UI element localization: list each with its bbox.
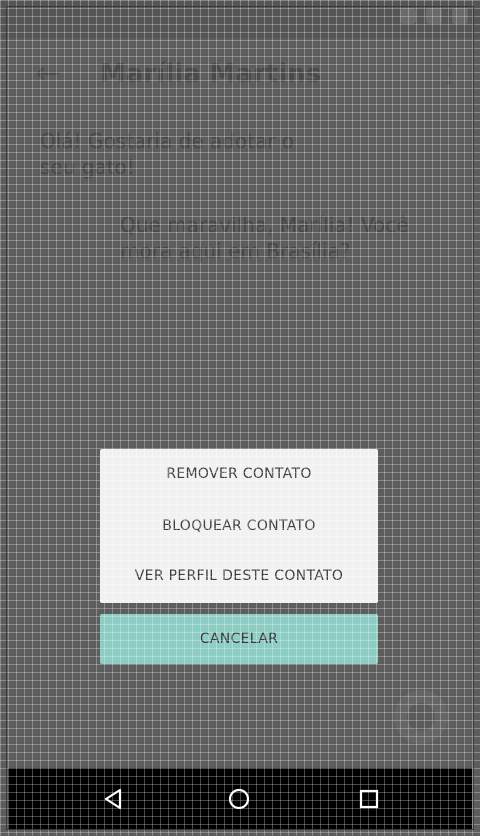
fab-icon <box>407 703 435 731</box>
battery-icon <box>452 8 468 24</box>
outgoing-message: Que maravilha, Marília! Você mora aqui e… <box>120 213 409 263</box>
navigation-bar <box>8 768 472 830</box>
wifi-icon <box>426 8 442 24</box>
cancel-button[interactable]: CANCELAR <box>100 614 378 664</box>
nav-recent-icon[interactable] <box>352 782 386 816</box>
nav-back-icon-svg <box>104 788 122 810</box>
fab-button[interactable] <box>394 690 448 744</box>
nav-home-icon-svg <box>228 788 250 810</box>
status-bar <box>0 0 480 38</box>
nav-home-icon[interactable] <box>222 782 256 816</box>
nav-recent-icon-svg <box>359 789 379 809</box>
status-icons <box>400 8 468 24</box>
contact-name: Marília Martins <box>100 59 322 89</box>
view-profile-button[interactable]: VER PERFIL DESTE CONTATO <box>100 551 378 601</box>
incoming-message: Olá! Gostaria de adotar o seu gato! <box>40 129 295 179</box>
back-arrow-icon[interactable]: ← <box>30 56 66 92</box>
contact-action-sheet: REMOVER CONTATO BLOQUEAR CONTATO VER PER… <box>100 449 378 603</box>
block-contact-button[interactable]: BLOQUEAR CONTATO <box>100 501 378 551</box>
chat-toolbar: ← Marília Martins ⋮ <box>0 38 480 110</box>
more-vertical-icon[interactable]: ⋮ <box>436 56 462 92</box>
remove-contact-button[interactable]: REMOVER CONTATO <box>100 449 378 499</box>
nav-back-icon[interactable] <box>96 782 130 816</box>
chat-screen: ← Marília Martins ⋮ Olá! Gostaria de ado… <box>0 0 480 836</box>
signal-icon <box>400 8 416 24</box>
